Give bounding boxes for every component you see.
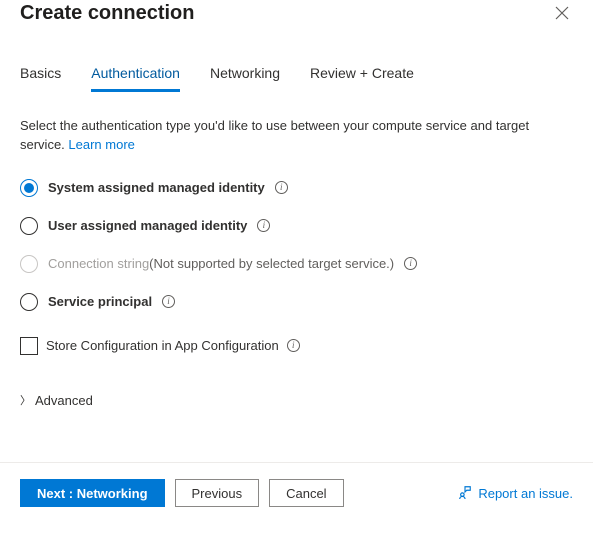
store-config-label: Store Configuration in App Configuration [46,338,279,353]
radio-icon [20,179,38,197]
previous-button[interactable]: Previous [175,479,260,507]
radio-system-assigned[interactable]: System assigned managed identity i [20,179,573,197]
description-text: Select the authentication type you'd lik… [20,117,573,155]
radio-label: Connection string(Not supported by selec… [48,256,394,271]
close-button[interactable] [551,2,573,27]
cancel-button[interactable]: Cancel [269,479,343,507]
chevron-right-icon: 〉 [20,392,31,408]
checkbox-icon [20,337,38,355]
report-issue-label: Report an issue. [478,486,573,501]
advanced-toggle[interactable]: 〉 Advanced [20,393,573,409]
radio-label-text: Connection string [48,256,149,271]
radio-icon [20,217,38,235]
tab-networking[interactable]: Networking [210,65,280,92]
radio-service-principal[interactable]: Service principal i [20,293,573,311]
auth-type-radio-group: System assigned managed identity i User … [20,179,573,311]
page-title: Create connection [20,2,194,25]
tab-basics[interactable]: Basics [20,65,61,92]
radio-aux-text: (Not supported by selected target servic… [149,256,394,271]
radio-label: System assigned managed identity [48,180,265,195]
tab-bar: Basics Authentication Networking Review … [20,65,573,93]
radio-icon [20,255,38,273]
learn-more-link[interactable]: Learn more [68,137,134,152]
footer-bar: Next : Networking Previous Cancel Report… [0,462,593,541]
info-icon[interactable]: i [404,257,417,270]
radio-connection-string: Connection string(Not supported by selec… [20,255,573,273]
info-icon[interactable]: i [275,181,288,194]
radio-label: Service principal [48,294,152,309]
report-issue-link[interactable]: Report an issue. [458,485,573,502]
person-feedback-icon [458,485,472,502]
tab-review-create[interactable]: Review + Create [310,65,414,92]
info-icon[interactable]: i [257,219,270,232]
store-config-checkbox-row[interactable]: Store Configuration in App Configuration… [20,337,573,355]
tab-authentication[interactable]: Authentication [91,65,180,92]
radio-user-assigned[interactable]: User assigned managed identity i [20,217,573,235]
advanced-label: Advanced [35,393,93,408]
radio-label: User assigned managed identity [48,218,247,233]
radio-icon [20,293,38,311]
info-icon[interactable]: i [162,295,175,308]
info-icon[interactable]: i [287,339,300,352]
close-icon [555,7,569,23]
next-button[interactable]: Next : Networking [20,479,165,507]
